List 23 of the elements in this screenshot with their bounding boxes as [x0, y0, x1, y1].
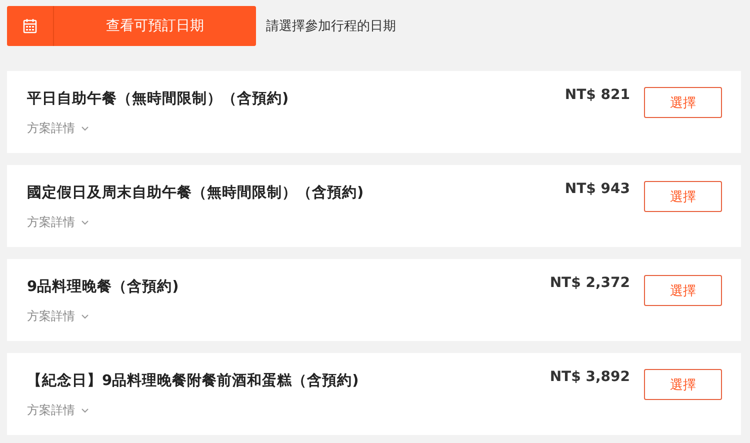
select-button[interactable]: 選擇	[644, 181, 722, 212]
calendar-icon	[22, 18, 38, 34]
package-title: 【紀念日】9品料理晚餐附餐前酒和蛋糕（含預約)	[27, 372, 360, 390]
select-button[interactable]: 選擇	[644, 369, 722, 400]
chevron-down-icon	[81, 220, 89, 225]
package-price: NT$ 943	[564, 181, 630, 199]
package-title: 國定假日及周末自助午餐（無時間限制）（含預約)	[27, 184, 365, 202]
package-title: 9品料理晚餐（含預約)	[27, 278, 180, 296]
chevron-down-icon	[81, 314, 89, 319]
date-hint: 請選擇參加行程的日期	[266, 18, 396, 35]
package-details-toggle[interactable]: 方案詳情	[27, 120, 89, 137]
chevron-down-icon	[81, 126, 89, 131]
select-button[interactable]: 選擇	[644, 275, 722, 306]
package-title: 平日自助午餐（無時間限制）（含預約)	[27, 90, 290, 108]
package-details-toggle[interactable]: 方案詳情	[27, 308, 89, 325]
package-price: NT$ 821	[564, 87, 630, 105]
package-price: NT$ 2,372	[550, 275, 630, 293]
select-button[interactable]: 選擇	[644, 87, 722, 118]
chevron-down-icon	[81, 408, 89, 413]
package-details-toggle[interactable]: 方案詳情	[27, 214, 89, 231]
available-dates-button[interactable]: 查看可預訂日期	[7, 6, 256, 46]
package-details-toggle[interactable]: 方案詳情	[27, 402, 89, 419]
package-price: NT$ 3,892	[550, 369, 630, 387]
